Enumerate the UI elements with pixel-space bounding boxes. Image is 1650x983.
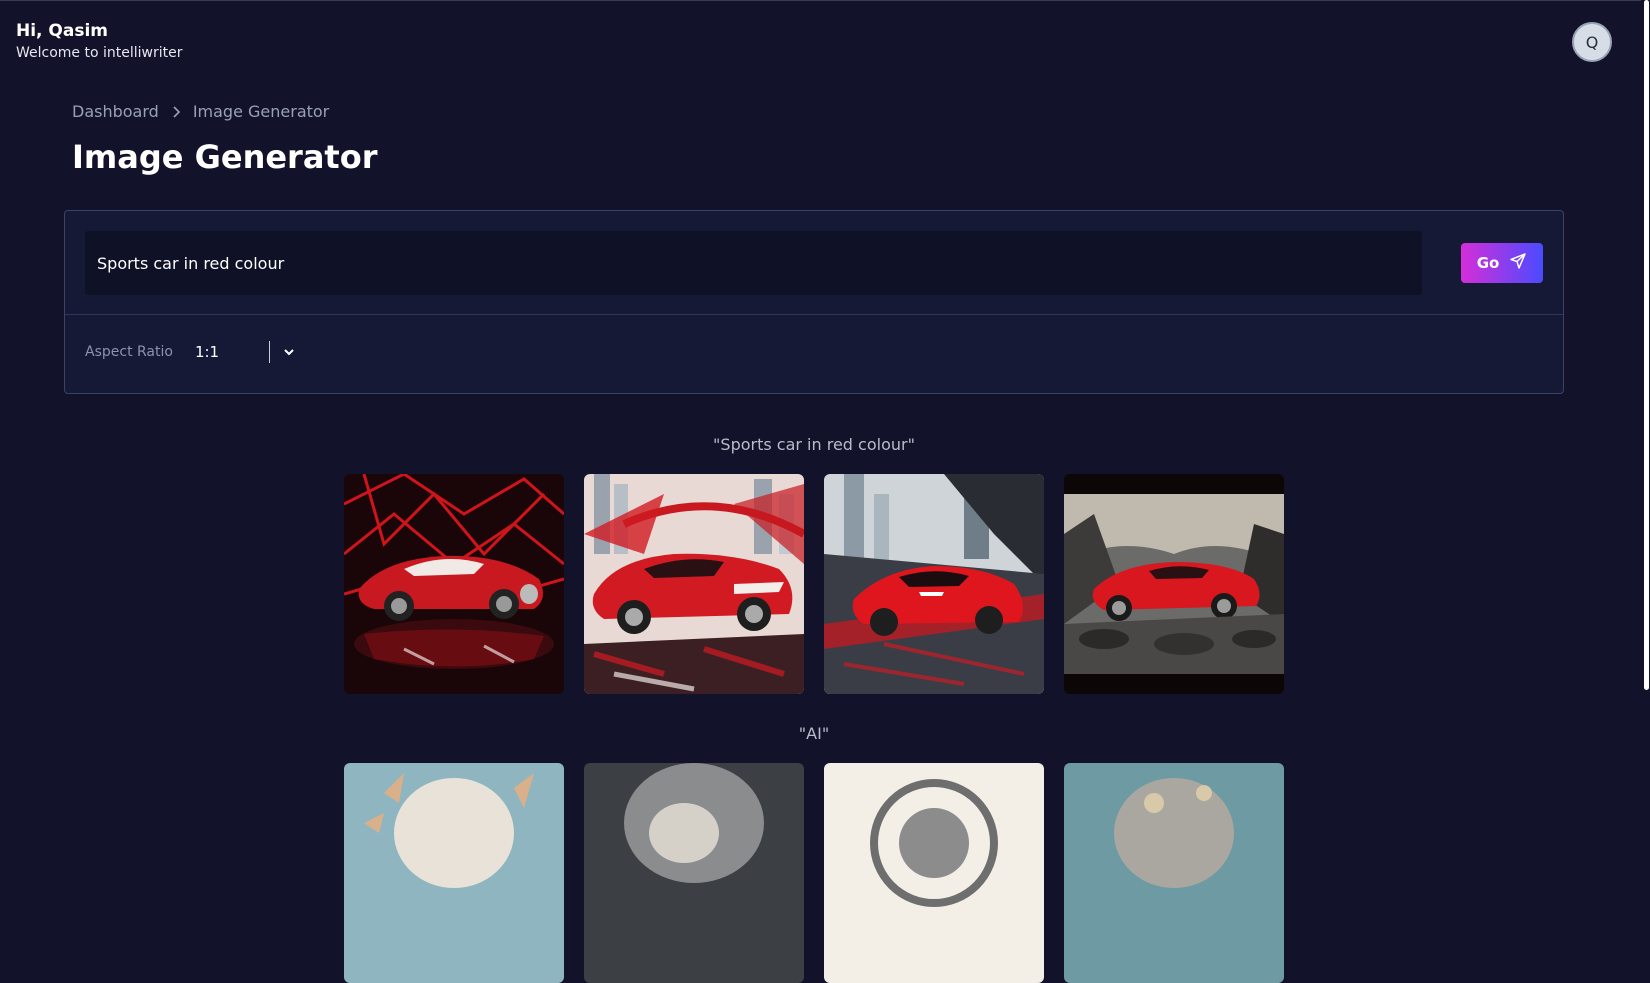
generated-image-car-2[interactable] bbox=[584, 474, 804, 694]
scrollbar-thumb[interactable] bbox=[1644, 0, 1649, 690]
send-icon bbox=[1509, 252, 1527, 274]
aspect-ratio-row: Aspect Ratio 1:1 bbox=[85, 341, 298, 363]
generated-image-ai-2[interactable] bbox=[584, 763, 804, 983]
user-avatar[interactable]: Q bbox=[1572, 22, 1612, 62]
avatar-initial: Q bbox=[1585, 32, 1599, 52]
result-caption: "Sports car in red colour" bbox=[713, 435, 915, 454]
result-caption: "AI" bbox=[798, 724, 830, 743]
select-divider bbox=[268, 341, 270, 363]
prompt-panel: Go Aspect Ratio 1:1 bbox=[64, 210, 1564, 394]
welcome-text: Welcome to intelliwriter bbox=[16, 45, 183, 61]
chevron-right-icon bbox=[169, 105, 183, 119]
greeting-text: Hi, Qasim bbox=[16, 21, 109, 41]
prompt-row: Go bbox=[65, 211, 1563, 315]
breadcrumb-current: Image Generator bbox=[192, 102, 330, 121]
header-greeting: Hi, Qasim Welcome to intelliwriter bbox=[16, 20, 182, 61]
aspect-ratio-label: Aspect Ratio bbox=[85, 344, 173, 360]
result-grid bbox=[344, 474, 1284, 694]
page-title: Image Generator bbox=[72, 138, 378, 176]
result-grid bbox=[344, 763, 1284, 983]
generated-image-ai-3[interactable] bbox=[824, 763, 1044, 983]
generated-image-car-4[interactable] bbox=[1064, 474, 1284, 694]
generated-image-car-1[interactable] bbox=[344, 474, 564, 694]
go-button-label: Go bbox=[1476, 254, 1500, 272]
aspect-ratio-select[interactable]: 1:1 bbox=[195, 343, 269, 361]
top-border bbox=[0, 0, 1650, 1]
chevron-down-icon[interactable] bbox=[280, 343, 298, 361]
go-button[interactable]: Go bbox=[1461, 243, 1543, 283]
generated-image-ai-1[interactable] bbox=[344, 763, 564, 983]
prompt-input[interactable] bbox=[85, 231, 1422, 295]
breadcrumb: Dashboard Image Generator bbox=[72, 102, 329, 121]
generated-image-car-3[interactable] bbox=[824, 474, 1044, 694]
generated-image-ai-4[interactable] bbox=[1064, 763, 1284, 983]
breadcrumb-dashboard[interactable]: Dashboard bbox=[72, 102, 159, 121]
